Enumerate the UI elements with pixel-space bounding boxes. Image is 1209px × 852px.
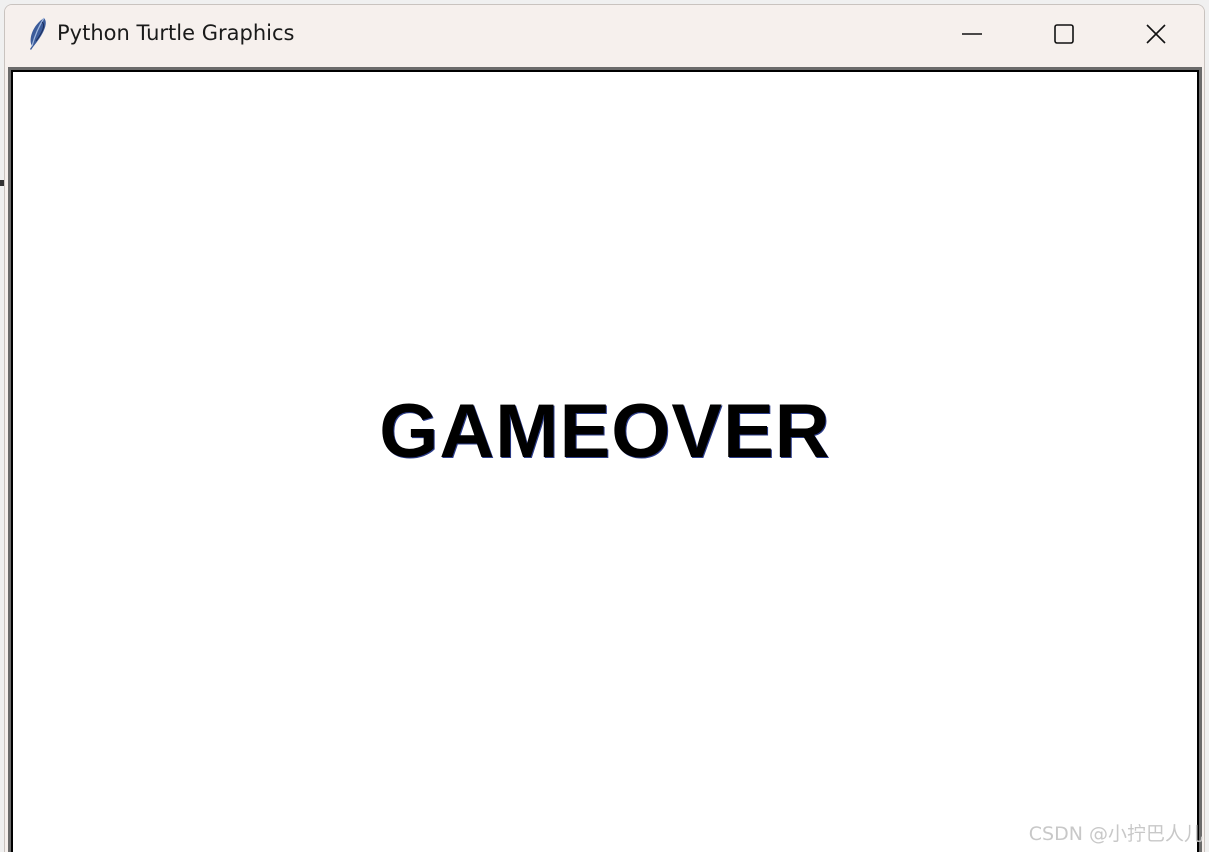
close-icon bbox=[1146, 24, 1166, 44]
title-bar[interactable]: Python Turtle Graphics bbox=[5, 5, 1204, 63]
window-title: Python Turtle Graphics bbox=[57, 21, 295, 45]
minimize-button[interactable] bbox=[927, 5, 1017, 63]
turtle-window: Python Turtle Graphics GAMEOVER bbox=[4, 4, 1205, 852]
canvas-frame: GAMEOVER bbox=[8, 67, 1202, 852]
maximize-button[interactable] bbox=[1019, 5, 1109, 63]
close-button[interactable] bbox=[1111, 5, 1201, 63]
maximize-icon bbox=[1054, 24, 1074, 44]
feather-icon bbox=[30, 17, 46, 50]
turtle-canvas[interactable]: GAMEOVER bbox=[11, 70, 1199, 852]
minimize-icon bbox=[962, 33, 982, 35]
gameover-message: GAMEOVER bbox=[379, 389, 831, 474]
csdn-watermark: CSDN @小拧巴人儿 bbox=[1028, 823, 1203, 845]
